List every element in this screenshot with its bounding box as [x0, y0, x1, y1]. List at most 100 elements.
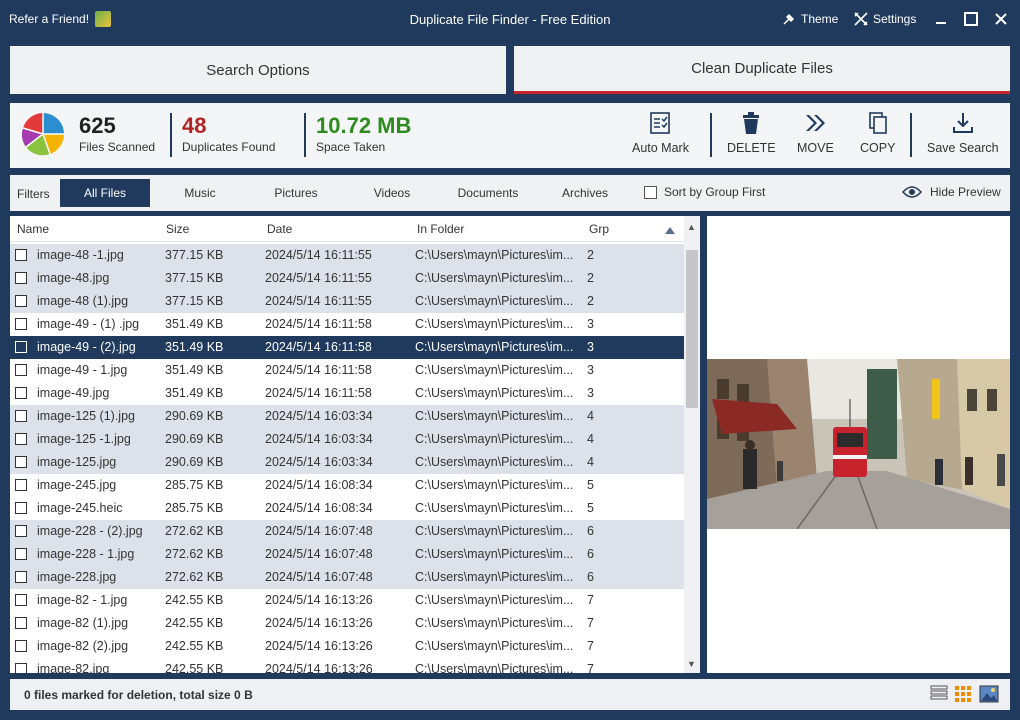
row-checkbox[interactable]: [15, 410, 27, 422]
move-button[interactable]: MOVE: [797, 111, 834, 155]
status-bar: 0 files marked for deletion, total size …: [10, 679, 1010, 710]
scroll-thumb[interactable]: [686, 250, 698, 408]
stats-divider: [304, 113, 306, 157]
file-date: 2024/5/14 16:08:34: [265, 478, 373, 492]
file-group: 6: [587, 570, 594, 584]
table-row[interactable]: image-49 - (1) .jpg 351.49 KB 2024/5/14 16…: [10, 313, 684, 336]
file-size: 351.49 KB: [165, 363, 224, 377]
status-text: 0 files marked for deletion, total size …: [24, 688, 253, 702]
auto-mark-button[interactable]: Auto Mark: [632, 111, 689, 155]
tab-search-options[interactable]: Search Options: [10, 46, 506, 94]
row-checkbox[interactable]: [15, 387, 27, 399]
list-scrollbar[interactable]: ▲ ▼: [684, 216, 700, 673]
file-folder: C:\Users\mayn\Pictures\im...: [415, 524, 574, 538]
column-folder[interactable]: In Folder: [417, 222, 464, 236]
file-size: 272.62 KB: [165, 524, 224, 538]
file-name: image-48 -1.jpg: [37, 248, 124, 262]
row-checkbox[interactable]: [15, 433, 27, 445]
copy-button[interactable]: COPY: [860, 111, 895, 155]
table-row[interactable]: image-125.jpg 290.69 KB 2024/5/14 16:03:34…: [10, 451, 684, 474]
filter-all-files[interactable]: All Files: [60, 179, 150, 207]
scroll-down-icon[interactable]: ▼: [687, 659, 696, 669]
column-size[interactable]: Size: [166, 222, 189, 236]
settings-button[interactable]: Settings: [853, 11, 916, 27]
file-date: 2024/5/14 16:11:55: [265, 294, 372, 308]
table-row[interactable]: image-48.jpg 377.15 KB 2024/5/14 16:11:55 C…: [10, 267, 684, 290]
file-folder: C:\Users\mayn\Pictures\im...: [415, 363, 574, 377]
column-grp[interactable]: Grp: [589, 222, 609, 236]
refer-friend-link[interactable]: Refer a Friend!: [9, 11, 112, 27]
table-row[interactable]: image-82.jpg 242.55 KB 2024/5/14 16:13:26 C…: [10, 658, 684, 673]
file-folder: C:\Users\mayn\Pictures\im...: [415, 593, 574, 607]
filter-pictures[interactable]: Pictures: [256, 179, 336, 207]
row-checkbox[interactable]: [15, 456, 27, 468]
table-row[interactable]: image-228 - (2).jpg 272.62 KB 2024/5/14 16…: [10, 520, 684, 543]
image-view-icon[interactable]: [979, 685, 999, 703]
sort-ascending-icon: [665, 223, 675, 237]
file-group: 4: [587, 409, 594, 423]
file-group: 2: [587, 248, 594, 262]
row-checkbox[interactable]: [15, 502, 27, 514]
file-name: image-245.heic: [37, 501, 123, 515]
filter-documents[interactable]: Documents: [443, 179, 533, 207]
filter-music[interactable]: Music: [160, 179, 240, 207]
table-row[interactable]: image-125 (1).jpg 290.69 KB 2024/5/14 16:0…: [10, 405, 684, 428]
row-checkbox[interactable]: [15, 318, 27, 330]
table-row[interactable]: image-48 -1.jpg 377.15 KB 2024/5/14 16:11:…: [10, 244, 684, 267]
close-button[interactable]: [990, 8, 1012, 30]
row-checkbox[interactable]: [15, 364, 27, 376]
row-checkbox[interactable]: [15, 479, 27, 491]
row-checkbox[interactable]: [15, 571, 27, 583]
table-row[interactable]: image-49 - (2).jpg 351.49 KB 2024/5/14 16:…: [10, 336, 684, 359]
table-row[interactable]: image-49 - 1.jpg 351.49 KB 2024/5/14 16:11…: [10, 359, 684, 382]
filter-archives[interactable]: Archives: [545, 179, 625, 207]
table-row[interactable]: image-49.jpg 351.49 KB 2024/5/14 16:11:58 C…: [10, 382, 684, 405]
row-checkbox[interactable]: [15, 663, 27, 673]
minimize-button[interactable]: [930, 8, 952, 30]
space-taken-value: 10.72 MB: [316, 113, 412, 138]
row-checkbox[interactable]: [15, 341, 27, 353]
row-checkbox[interactable]: [15, 295, 27, 307]
table-row[interactable]: image-228 - 1.jpg 272.62 KB 2024/5/14 16:0…: [10, 543, 684, 566]
table-row[interactable]: image-82 - 1.jpg 242.55 KB 2024/5/14 16:13…: [10, 589, 684, 612]
row-checkbox[interactable]: [15, 548, 27, 560]
table-row[interactable]: image-125 -1.jpg 290.69 KB 2024/5/14 16:03…: [10, 428, 684, 451]
file-name: image-228.jpg: [37, 570, 117, 584]
scroll-up-icon[interactable]: ▲: [687, 222, 696, 232]
row-checkbox[interactable]: [15, 249, 27, 261]
maximize-button[interactable]: [960, 8, 982, 30]
maximize-icon: [964, 12, 978, 26]
table-row[interactable]: image-245.jpg 285.75 KB 2024/5/14 16:08:34…: [10, 474, 684, 497]
save-search-button[interactable]: Save Search: [927, 111, 999, 155]
table-row[interactable]: image-48 (1).jpg 377.15 KB 2024/5/14 16:11…: [10, 290, 684, 313]
row-checkbox[interactable]: [15, 525, 27, 537]
minimize-icon: [936, 22, 946, 24]
tab-clean-duplicate-files[interactable]: Clean Duplicate Files: [514, 46, 1010, 94]
grid-view-icon[interactable]: [954, 685, 974, 703]
file-folder: C:\Users\mayn\Pictures\im...: [415, 455, 574, 469]
sort-by-group-checkbox[interactable]: Sort by Group First: [644, 185, 765, 199]
files-scanned-stat: 625 Files Scanned: [79, 113, 155, 154]
delete-button[interactable]: DELETE: [727, 111, 776, 155]
table-row[interactable]: image-82 (1).jpg 242.55 KB 2024/5/14 16:13…: [10, 612, 684, 635]
file-size: 377.15 KB: [165, 271, 224, 285]
table-row[interactable]: image-245.heic 285.75 KB 2024/5/14 16:08:3…: [10, 497, 684, 520]
row-checkbox[interactable]: [15, 272, 27, 284]
title-bar: Refer a Friend! Duplicate File Finder - …: [0, 0, 1020, 38]
row-checkbox[interactable]: [15, 594, 27, 606]
theme-button[interactable]: Theme: [781, 11, 838, 27]
file-name: image-82.jpg: [37, 662, 110, 673]
file-group: 3: [587, 340, 594, 354]
filter-videos[interactable]: Videos: [352, 179, 432, 207]
file-group: 2: [587, 271, 594, 285]
table-row[interactable]: image-228.jpg 272.62 KB 2024/5/14 16:07:48…: [10, 566, 684, 589]
table-row[interactable]: image-82 (2).jpg 242.55 KB 2024/5/14 16:13…: [10, 635, 684, 658]
list-view-icon[interactable]: [930, 685, 950, 703]
file-group: 4: [587, 432, 594, 446]
column-name[interactable]: Name: [17, 222, 49, 236]
checkbox-box: [644, 185, 657, 199]
hide-preview-button[interactable]: Hide Preview: [902, 185, 1001, 199]
column-date[interactable]: Date: [267, 222, 292, 236]
row-checkbox[interactable]: [15, 640, 27, 652]
row-checkbox[interactable]: [15, 617, 27, 629]
